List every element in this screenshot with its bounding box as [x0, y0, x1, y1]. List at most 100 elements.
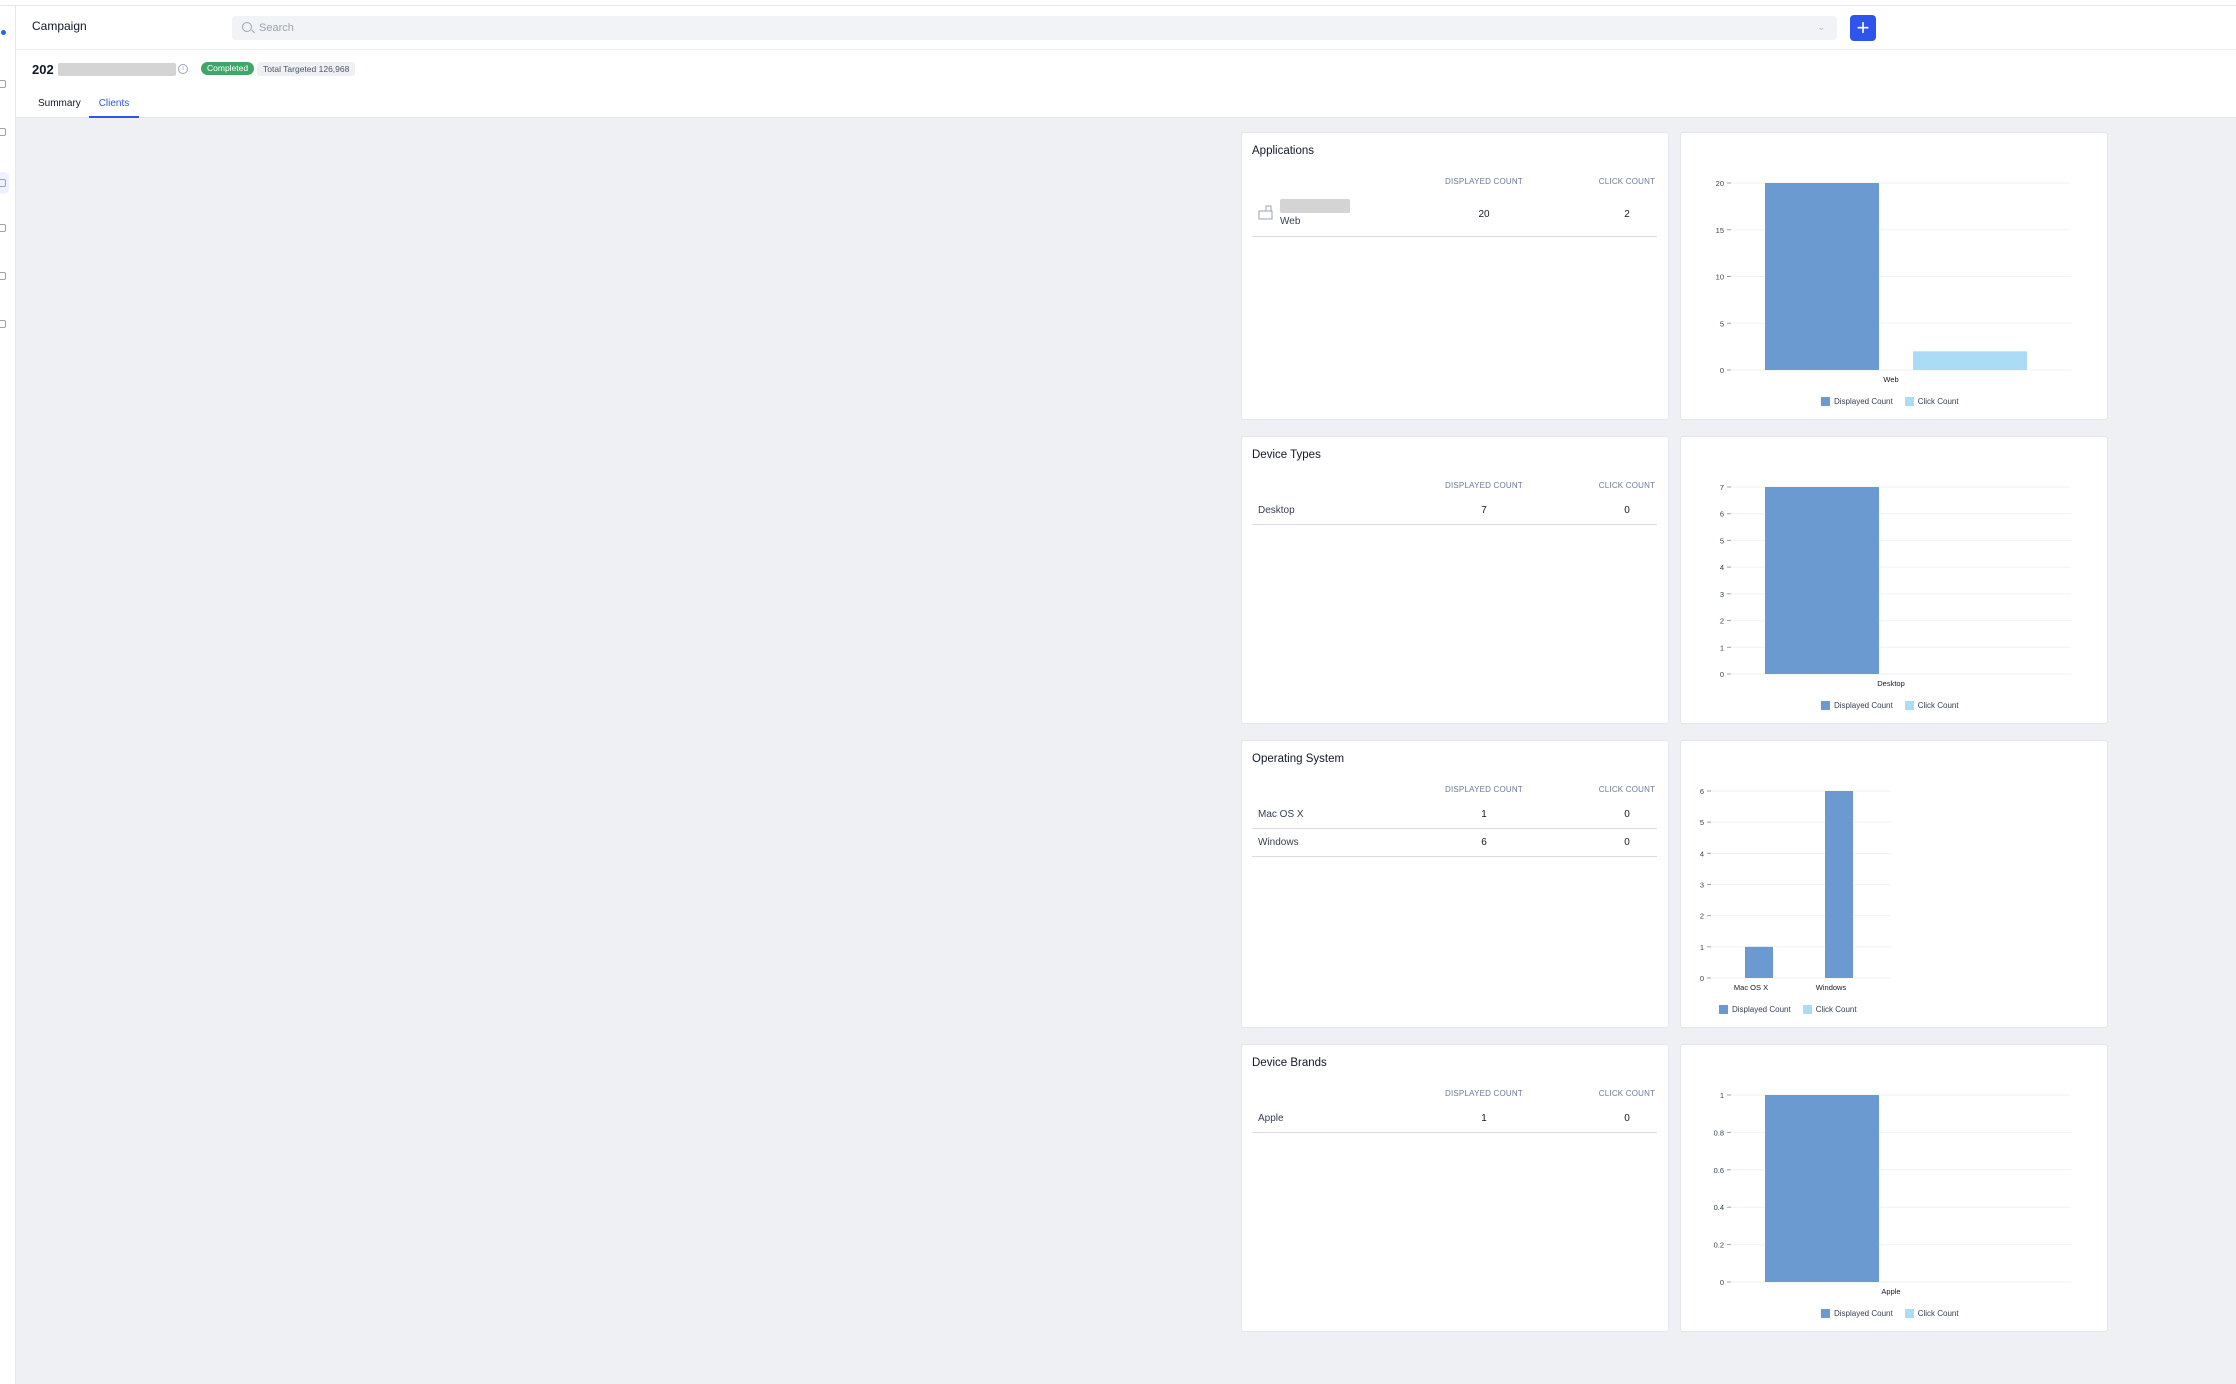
column-header-click: CLICK COUNT	[1598, 1089, 1656, 1098]
y-tick-label: 5	[1700, 818, 1704, 827]
y-tick-label: 0	[1720, 1278, 1724, 1287]
main-content: Applications DISPLAYED COUNT CLICK COUNT…	[16, 118, 2236, 1384]
total-targeted-badge: Total Targeted 126,968	[257, 62, 356, 76]
legend-label[interactable]: Displayed Count	[1732, 1005, 1791, 1014]
bar-displayed	[1765, 183, 1879, 370]
search-input[interactable]	[259, 20, 1799, 36]
device-brands-chart-card: 0 0.2 0.4 0.6 0.8 1 Apple Displayed Count Click …	[1680, 1044, 2108, 1332]
y-tick-label: 6	[1700, 787, 1704, 796]
y-tick-label: 3	[1720, 590, 1724, 599]
section-title: Device Types	[1252, 449, 1321, 461]
y-tick-label: 4	[1700, 849, 1704, 858]
section-title: Operating System	[1252, 753, 1345, 765]
column-header-displayed: DISPLAYED COUNT	[1445, 785, 1523, 794]
chart-legend: Displayed Count Click Count	[1719, 1005, 1857, 1014]
bar-click	[1913, 351, 2027, 370]
legend-swatch[interactable]	[1802, 1005, 1812, 1014]
row-click-count: 0	[1624, 505, 1630, 516]
legend-label[interactable]: Click Count	[1918, 701, 1959, 710]
bar-displayed	[1765, 487, 1879, 674]
y-tick-label: 20	[1716, 179, 1724, 188]
row-displayed-count: 7	[1481, 505, 1487, 516]
y-tick-label: 2	[1700, 912, 1704, 921]
application-icon	[1258, 205, 1273, 220]
x-category-label: Desktop	[1877, 679, 1905, 688]
column-header-displayed: DISPLAYED COUNT	[1445, 1089, 1523, 1098]
legend-swatch[interactable]	[1904, 397, 1914, 406]
y-tick-label: 0.4	[1714, 1203, 1724, 1212]
bar-chart: 0 0.2 0.4 0.6 0.8 1 Apple	[1714, 1091, 2071, 1296]
section-title: Device Brands	[1252, 1057, 1327, 1069]
row-name: Mac OS X	[1258, 809, 1304, 820]
legend-swatch[interactable]	[1821, 701, 1830, 710]
legend-swatch[interactable]	[1821, 1309, 1830, 1318]
nav-item-icon-1[interactable]	[0, 80, 6, 88]
redacted-campaign-name	[58, 63, 176, 76]
x-category-label: Apple	[1881, 1287, 1900, 1296]
legend-swatch[interactable]	[1904, 701, 1914, 710]
legend-swatch[interactable]	[1904, 1309, 1914, 1318]
operating-system-chart-card: 0 1 2 3 4 5 6 Mac OS X Windows Displayed Count Cli…	[1680, 740, 2108, 1028]
y-tick-label: 6	[1720, 510, 1724, 519]
info-icon[interactable]: i	[178, 64, 188, 74]
row-name: Web	[1280, 216, 1301, 227]
nav-item-icon-6[interactable]	[0, 320, 6, 328]
legend-swatch[interactable]	[1719, 1005, 1728, 1014]
y-tick-label: 1	[1700, 943, 1704, 952]
legend-label[interactable]: Displayed Count	[1834, 397, 1893, 406]
y-tick-label: 1	[1720, 643, 1724, 652]
table-row: Desktop 7 0	[1252, 499, 1657, 525]
row-name: Desktop	[1258, 505, 1295, 516]
add-button[interactable]: +	[1850, 15, 1876, 41]
nav-active-dot-icon	[1, 30, 6, 35]
y-tick-label: 3	[1700, 881, 1704, 890]
table-row: Apple 1 0	[1252, 1107, 1657, 1133]
nav-item-icon-2[interactable]	[0, 128, 6, 136]
legend-label[interactable]: Click Count	[1918, 397, 1959, 406]
redacted-application-name	[1280, 199, 1350, 213]
bar-chart: 0 5 10 15 20 Web	[1716, 179, 2071, 384]
bar-displayed	[1765, 1095, 1879, 1282]
nav-item-icon-3[interactable]	[0, 179, 6, 187]
operating-system-table-card: Operating System DISPLAYED COUNT CLICK C…	[1241, 740, 1669, 1028]
nav-item-icon-4[interactable]	[0, 224, 6, 232]
search-icon	[242, 22, 252, 32]
bar-displayed	[1745, 946, 1773, 978]
table-row: Mac OS X 1 0	[1252, 803, 1657, 829]
chart-legend: Displayed Count Click Count	[1821, 701, 1959, 710]
total-targeted-label: Total Targeted	[263, 64, 317, 74]
search-bar[interactable]: ⌄	[232, 16, 1837, 40]
legend-label[interactable]: Click Count	[1816, 1005, 1857, 1014]
row-click-count: 2	[1624, 209, 1630, 220]
campaign-header: 202 i Completed Total Targeted 126,968 S…	[16, 50, 2236, 118]
table-row: Web 20 2	[1252, 195, 1657, 237]
row-name: Windows	[1258, 837, 1299, 848]
nav-item-icon-5[interactable]	[0, 272, 6, 280]
column-header-click: CLICK COUNT	[1598, 785, 1656, 794]
tab-summary[interactable]: Summary	[38, 98, 81, 118]
x-category-label: Web	[1883, 375, 1898, 384]
row-name: Apple	[1258, 1113, 1284, 1124]
row-displayed-count: 6	[1481, 837, 1487, 848]
y-tick-label: 0.2	[1714, 1241, 1724, 1250]
applications-chart-card: 0 5 10 15 20 Web Displayed Count Click Count	[1680, 132, 2108, 420]
legend-label[interactable]: Displayed Count	[1834, 1309, 1893, 1318]
y-tick-label: 2	[1720, 617, 1724, 626]
chevron-down-icon[interactable]: ⌄	[1817, 22, 1825, 33]
row-click-count: 0	[1624, 1113, 1630, 1124]
y-tick-label: 0	[1700, 974, 1704, 983]
legend-label[interactable]: Displayed Count	[1834, 701, 1893, 710]
row-displayed-count: 1	[1481, 1113, 1487, 1124]
column-header-click: CLICK COUNT	[1598, 481, 1656, 490]
row-click-count: 0	[1624, 809, 1630, 820]
legend-swatch[interactable]	[1821, 397, 1830, 406]
row-click-count: 0	[1624, 837, 1630, 848]
applications-table-card: Applications DISPLAYED COUNT CLICK COUNT…	[1241, 132, 1669, 420]
y-tick-label: 7	[1720, 483, 1724, 492]
legend-label[interactable]: Click Count	[1918, 1309, 1959, 1318]
row-displayed-count: 1	[1481, 809, 1487, 820]
tab-clients[interactable]: Clients	[89, 98, 139, 118]
column-header-displayed: DISPLAYED COUNT	[1445, 177, 1523, 186]
y-tick-label: 0	[1720, 670, 1724, 679]
column-header-displayed: DISPLAYED COUNT	[1445, 481, 1523, 490]
